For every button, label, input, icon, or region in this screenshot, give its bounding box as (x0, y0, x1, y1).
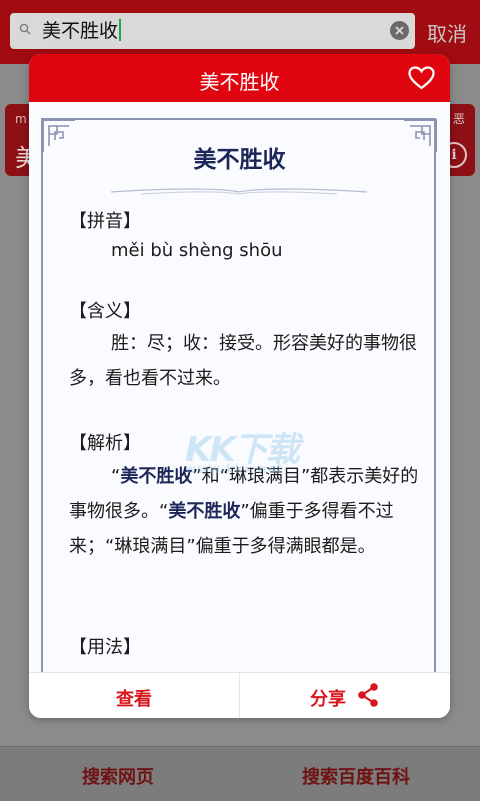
share-button[interactable]: 分享 (310, 685, 346, 711)
title-divider-icon (111, 188, 367, 195)
analysis-label: 【解析】 (69, 433, 141, 454)
idiom-dialog: 美不胜收 美不胜收 【拼音】 měi bù shèng shōu 【含义】 胜：… (29, 54, 450, 718)
dialog-title: 美不胜收 (199, 70, 280, 94)
search-input[interactable]: 美不胜收 (10, 13, 415, 49)
cancel-button[interactable]: 取消 (427, 18, 467, 47)
dialog-footer: 查看 分享 (29, 672, 450, 718)
pinyin-label: 【拼音】 (69, 211, 141, 232)
heart-icon[interactable] (408, 66, 435, 90)
meaning-text: 胜：尽；收：接受。形容美好的事物很多，看也看不过来。 (69, 333, 417, 389)
usage-label: 【用法】 (69, 637, 141, 658)
text-caret (119, 19, 122, 41)
view-button[interactable]: 查看 (29, 685, 239, 711)
search-baike-button[interactable]: 搜索百度百科 (302, 763, 410, 789)
decorative-frame (41, 118, 436, 678)
watermark-site: www.kkx.net (185, 462, 284, 476)
share-icon[interactable] (355, 682, 381, 708)
result-card-pinyin: m (15, 112, 27, 126)
footer-divider (239, 673, 240, 718)
search-icon (19, 23, 31, 35)
meaning-label: 【含义】 (69, 301, 141, 322)
pinyin-text: měi bù shèng shōu (111, 240, 283, 261)
dialog-header: 美不胜收 (29, 54, 450, 102)
search-text: 美不胜收 (42, 18, 122, 44)
search-web-button[interactable]: 搜索网页 (82, 763, 154, 789)
result-card-right: 恶 (452, 112, 465, 126)
watermark: KK下载 www.kkx.net (185, 422, 315, 482)
bottom-bar: 搜索网页 搜索百度百科 (0, 746, 480, 801)
clear-icon[interactable] (390, 21, 409, 40)
idiom-title: 美不胜收 (193, 147, 286, 173)
